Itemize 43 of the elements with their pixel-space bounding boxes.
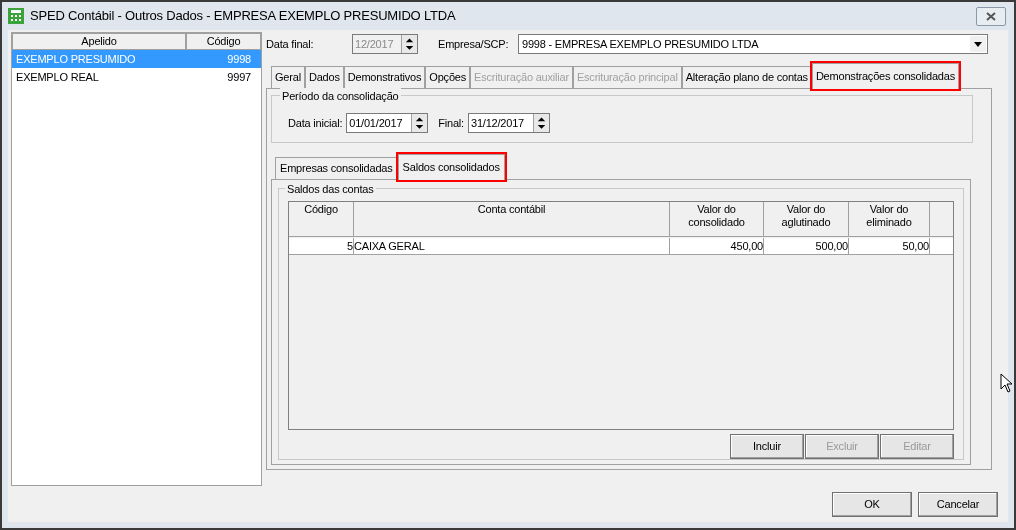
date-field[interactable]: 01/01/2017	[346, 113, 429, 133]
list-cell-text: EXEMPLO REAL	[15, 69, 100, 85]
table-cell: 5	[289, 238, 354, 255]
tab[interactable]: Saldos consolidados	[397, 154, 505, 180]
table-cell: CAIXA GERAL	[354, 238, 670, 255]
column-header[interactable]: Apelido	[12, 33, 186, 50]
column-header[interactable]: Valor do eliminado	[849, 202, 930, 237]
list-cell-text: EXEMPLO PRESUMIDO	[15, 51, 137, 67]
column-header[interactable]: Valor do consolidado	[670, 202, 764, 237]
tab[interactable]: Opções	[425, 66, 471, 88]
field-label: Data inicial:	[288, 115, 343, 131]
spin-arrows-icon[interactable]	[411, 114, 428, 132]
dialog-button[interactable]: Cancelar	[918, 491, 998, 517]
mouse-cursor-icon	[1000, 373, 1013, 393]
list-row[interactable]: EXEMPLO REAL 9997	[12, 68, 261, 86]
tab[interactable]: Dados	[304, 66, 344, 88]
close-icon	[986, 11, 996, 21]
group-title: Período da consolidação	[280, 88, 401, 105]
calculator-icon	[8, 8, 24, 24]
tab[interactable]: Alteração plano de contas	[681, 66, 812, 88]
table-cell: 50,00	[849, 238, 930, 255]
table-cell: 450,00	[670, 238, 764, 255]
date-field[interactable]: 31/12/2017	[467, 113, 550, 133]
column-header[interactable]: Valor do aglutinado	[764, 202, 849, 237]
company-dropdown[interactable]: 9998 - EMPRESA EXEMPLO PRESUMIDO LTDA	[518, 34, 988, 54]
dialog-button[interactable]: OK	[832, 491, 912, 517]
list-cell-text: 9998	[226, 51, 252, 67]
spin-arrows-icon[interactable]	[532, 114, 549, 132]
list-cell-text: 9997	[226, 69, 252, 85]
column-header[interactable]: Conta contábil	[354, 202, 670, 237]
tab[interactable]: Demonstrações consolidadas	[811, 63, 959, 89]
table-cell: 500,00	[764, 238, 849, 255]
column-header[interactable]: Código	[289, 202, 354, 237]
column-header[interactable]: Código	[186, 33, 261, 50]
tab[interactable]: Geral	[271, 66, 305, 88]
window-title: SPED Contábil - Outros Dados - EMPRESA EXEMPLO PRESUMIDO LTDA	[30, 7, 457, 26]
tab[interactable]: Demonstrativos	[343, 66, 426, 88]
close-button[interactable]	[976, 6, 1006, 26]
field-label: Data final:	[266, 36, 315, 52]
field-label: Final:	[438, 115, 464, 131]
grid-action-button[interactable]: Incluir	[730, 434, 804, 459]
field-label: Empresa/SCP:	[438, 36, 510, 52]
tab[interactable]: Empresas consolidadas	[275, 157, 398, 179]
